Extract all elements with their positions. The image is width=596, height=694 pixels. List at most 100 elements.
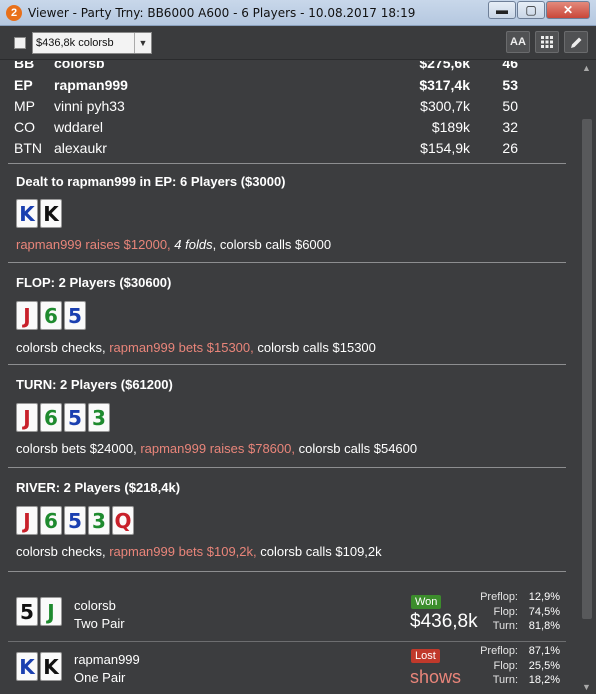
player-bb: 26	[502, 140, 518, 156]
player-name: colorsb	[54, 61, 105, 71]
maximize-button[interactable]: ▢	[517, 1, 545, 19]
stat-label: Preflop:	[480, 591, 518, 603]
preflop-header: Dealt to rapman999 in EP: 6 Players ($30…	[16, 174, 286, 189]
vertical-scrollbar[interactable]: ▲ ▼	[578, 61, 596, 694]
showdown-player-name: colorsb	[74, 598, 116, 613]
hole-cards: K K	[16, 199, 62, 228]
playing-card: 5	[64, 301, 86, 330]
grid-icon[interactable]	[535, 31, 559, 53]
window-controls: ▬ ▢ ✕	[488, 1, 590, 19]
stat-label: Turn:	[492, 674, 518, 686]
player-name: wddarel	[54, 119, 104, 135]
action-segment: colorsb bets $24000,	[16, 441, 141, 456]
playing-card: J	[16, 301, 38, 330]
edit-pencil-icon[interactable]	[564, 31, 588, 53]
player-row[interactable]: BTN alexaukr $154,9k 26	[0, 140, 570, 160]
shown-cards: 5 J	[16, 597, 62, 626]
divider	[8, 364, 566, 365]
player-bb: 53	[502, 77, 518, 93]
divider	[8, 571, 566, 572]
scrollbar-thumb[interactable]	[582, 119, 592, 619]
equity-stats: Preflop: 87,1% Flop: 25,5% Turn: 18,2%	[458, 644, 560, 688]
stat-label: Preflop:	[480, 645, 518, 657]
action-segment: rapman999 raises $78600,	[140, 441, 295, 456]
title-bar: 2 Viewer - Party Trny: BB6000 A600 - 6 P…	[0, 0, 596, 26]
player-stack: $300,7k	[420, 98, 470, 114]
stat-value: 18,2%	[528, 674, 560, 686]
font-size-button[interactable]: AA	[506, 31, 530, 53]
stat-value: 12,9%	[528, 591, 560, 603]
stat-label: Turn:	[492, 620, 518, 632]
divider	[8, 641, 566, 642]
action-segment: rapman999 raises $12000,	[16, 237, 171, 252]
action-segment: 4 folds	[174, 237, 213, 252]
toolbar-actions: AA	[506, 31, 588, 53]
showdown-hand: One Pair	[74, 670, 126, 685]
playing-card: 5	[64, 403, 86, 432]
toolbar: $436,8k colorsb ▼ AA	[0, 26, 596, 60]
playing-card: 5	[64, 506, 86, 535]
player-position: MP	[14, 98, 35, 114]
player-bb: 46	[502, 61, 518, 71]
result-badge: Won	[411, 595, 442, 609]
stat-value: 81,8%	[528, 620, 560, 632]
playing-card: K	[40, 199, 62, 228]
player-row[interactable]: EP rapman999 $317,4k 53	[0, 77, 570, 97]
showdown-row[interactable]: 5 J colorsb Two Pair Won $436,8k Preflop…	[0, 589, 570, 639]
action-segment: rapman999 bets $15300,	[109, 340, 254, 355]
action-segment: rapman999 bets $109,2k,	[109, 544, 257, 559]
player-position: BB	[14, 61, 35, 71]
scroll-down-icon[interactable]: ▼	[582, 682, 591, 692]
playing-card: 3	[88, 403, 110, 432]
stat-value: 25,5%	[528, 659, 560, 672]
result-badge: Lost	[411, 649, 440, 663]
flop-header: FLOP: 2 Players ($30600)	[16, 275, 172, 290]
window-title: Viewer - Party Trny: BB6000 A600 - 6 Pla…	[28, 5, 416, 20]
player-position: EP	[14, 77, 33, 93]
board-cards: J 6 5 3	[16, 403, 110, 432]
player-name: rapman999	[54, 77, 128, 93]
player-stack: $275,6k	[419, 61, 470, 71]
showdown-player-name: rapman999	[74, 652, 140, 667]
action-segment: colorsb checks,	[16, 340, 110, 355]
scroll-up-icon[interactable]: ▲	[582, 63, 591, 73]
player-bb: 32	[502, 119, 518, 135]
shown-cards: K K	[16, 652, 62, 681]
playing-card: 6	[40, 506, 62, 535]
playing-card: J	[40, 597, 62, 626]
flop-actions: colorsb checks, rapman999 bets $15300, c…	[16, 340, 376, 355]
player-row[interactable]: CO wddarel $189k 32	[0, 119, 570, 139]
filter-checkbox[interactable]	[14, 36, 26, 49]
player-stack: $317,4k	[419, 77, 470, 93]
hand-history-content: BB colorsb $275,6k 46 EP rapman999 $317,…	[0, 61, 578, 694]
board-cards: J 6 5	[16, 301, 86, 330]
showdown-row[interactable]: K K rapman999 One Pair Lost shows Preflo…	[0, 643, 570, 693]
action-segment: colorsb calls $15300	[253, 340, 376, 355]
divider	[8, 163, 566, 164]
turn-actions: colorsb bets $24000, rapman999 raises $7…	[16, 441, 417, 456]
player-row[interactable]: MP vinni pyh33 $300,7k 50	[0, 98, 570, 118]
playing-card: K	[16, 199, 38, 228]
player-bb: 50	[502, 98, 518, 114]
playing-card: Q	[112, 506, 134, 535]
player-name: alexaukr	[54, 140, 107, 156]
stat-value: 87,1%	[528, 645, 560, 657]
playing-card: 6	[40, 403, 62, 432]
minimize-button[interactable]: ▬	[488, 1, 516, 19]
app-logo-icon: 2	[6, 4, 22, 21]
divider	[8, 262, 566, 263]
chevron-down-icon[interactable]: ▼	[134, 32, 151, 53]
player-select[interactable]: $436,8k colorsb ▼	[32, 31, 152, 54]
close-button[interactable]: ✕	[546, 1, 590, 19]
stat-label: Flop:	[493, 659, 518, 672]
action-segment: colorsb checks,	[16, 544, 110, 559]
action-segment: colorsb calls $109,2k	[256, 544, 382, 559]
playing-card: 3	[88, 506, 110, 535]
player-select-value: $436,8k colorsb	[36, 36, 114, 49]
playing-card: J	[16, 403, 38, 432]
player-position: CO	[14, 119, 35, 135]
playing-card: J	[16, 506, 38, 535]
player-position: BTN	[14, 140, 42, 156]
river-header: RIVER: 2 Players ($218,4k)	[16, 480, 181, 495]
player-row[interactable]: BB colorsb $275,6k 46	[0, 61, 570, 75]
